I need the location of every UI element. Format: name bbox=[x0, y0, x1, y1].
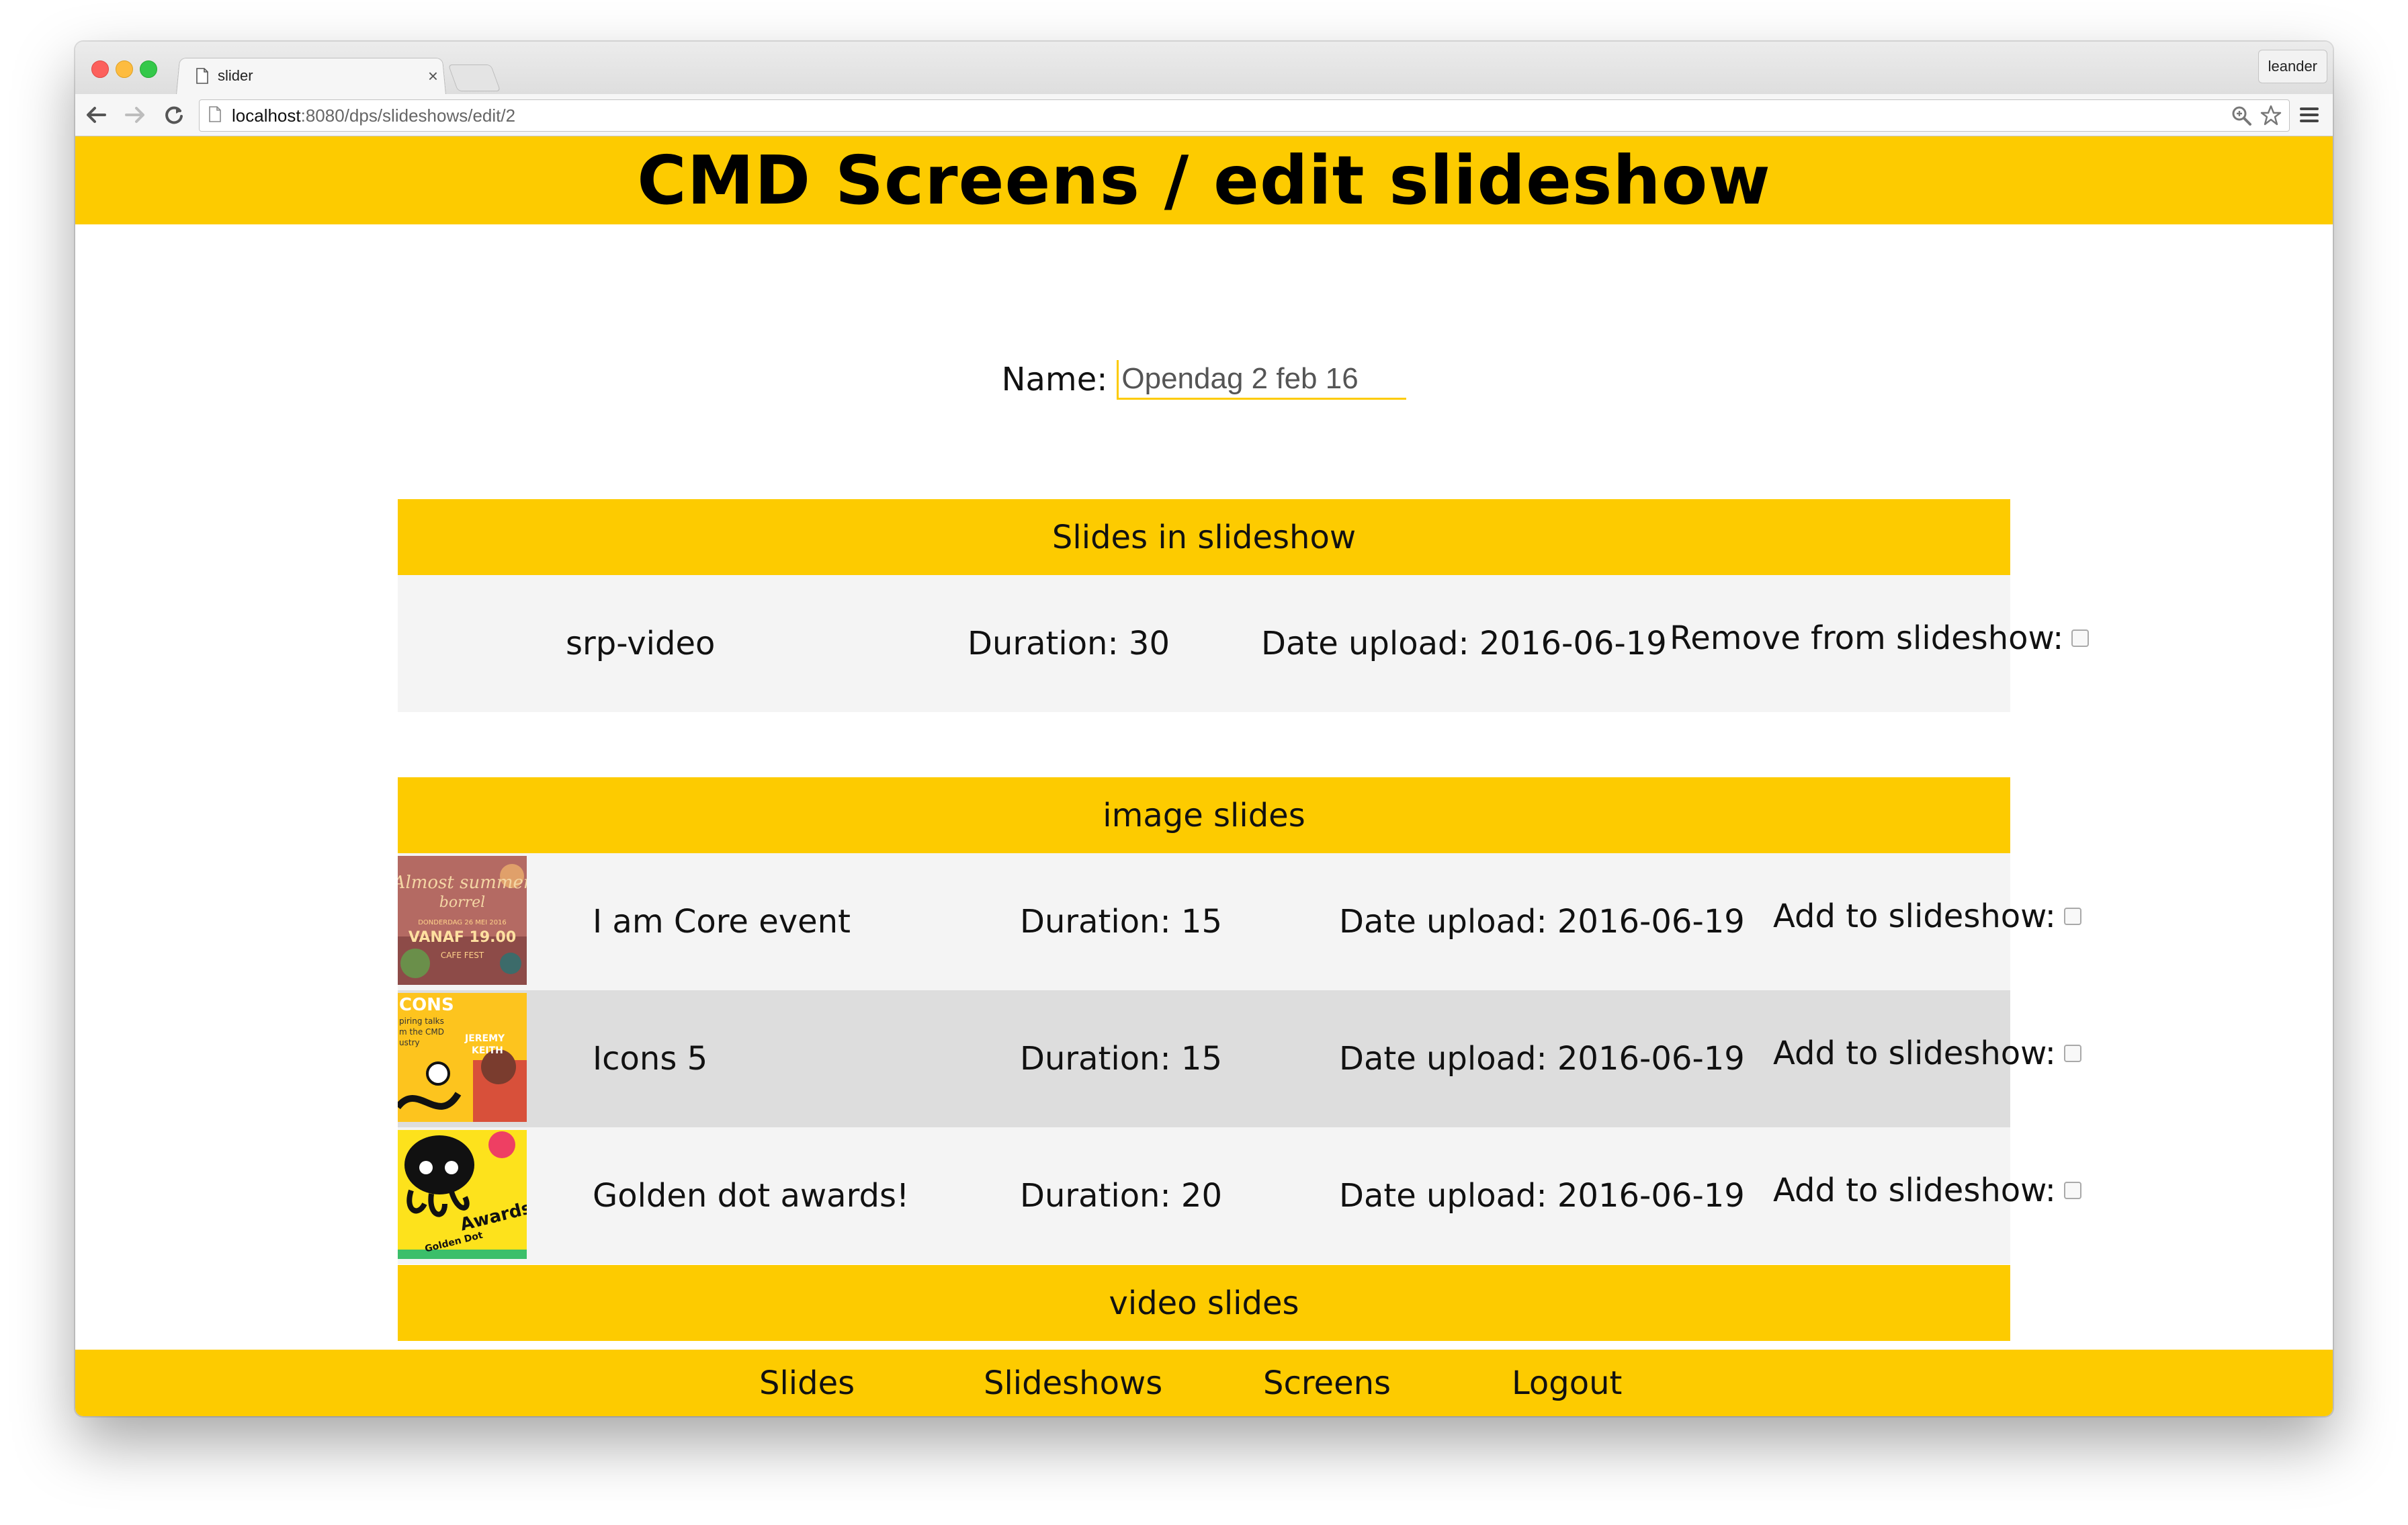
add-to-slideshow-label: Add to slideshow: bbox=[1773, 1172, 2056, 1209]
tab-close-icon[interactable]: × bbox=[428, 66, 438, 87]
thumb-text: DONDERDAG 26 MEI 2016 bbox=[418, 919, 507, 926]
close-window-button[interactable] bbox=[91, 60, 109, 78]
slide-thumbnail: CONS piring talks m the CMD ustry JEREMY… bbox=[398, 993, 527, 1122]
page-icon bbox=[196, 68, 208, 84]
add-to-slideshow-control: Add to slideshow: bbox=[1773, 848, 2081, 985]
page-header: CMD Screens / edit slideshow bbox=[75, 136, 2333, 224]
footer-nav: Slides Slideshows Screens Logout bbox=[75, 1350, 2333, 1416]
remove-from-slideshow-checkbox[interactable] bbox=[2071, 629, 2090, 647]
slide-date-upload: Date upload: 2016-06-19 bbox=[1339, 1177, 1745, 1215]
name-field-row: Name: bbox=[75, 353, 2333, 406]
add-to-slideshow-label: Add to slideshow: bbox=[1773, 1035, 2056, 1072]
image-slide-row: Golden Dot Awards Golden dot awards! Dur… bbox=[398, 1127, 2081, 1264]
nav-link-screens[interactable]: Screens bbox=[1263, 1350, 1391, 1416]
add-to-slideshow-checkbox[interactable] bbox=[2063, 908, 2081, 925]
thumb-text: KEITH bbox=[472, 1045, 503, 1056]
add-to-slideshow-checkbox[interactable] bbox=[2063, 1045, 2081, 1062]
address-bar-actions bbox=[2230, 104, 2282, 130]
image-slides-heading: image slides bbox=[398, 777, 2010, 853]
reload-icon[interactable] bbox=[163, 103, 185, 126]
remove-from-slideshow-control: Remove from slideshow: bbox=[1670, 570, 2090, 707]
slide-name: srp-video bbox=[566, 625, 716, 662]
thumb-text: borrel bbox=[439, 894, 485, 911]
nav-link-logout[interactable]: Logout bbox=[1512, 1350, 1622, 1416]
thumb-text: ustry bbox=[399, 1038, 420, 1047]
image-slide-row: Almost summer borrel DONDERDAG 26 MEI 20… bbox=[398, 853, 2081, 990]
remove-from-slideshow-label: Remove from slideshow: bbox=[1670, 619, 2064, 657]
tab-title: slider bbox=[218, 67, 253, 84]
slide-date-upload: Date upload: 2016-06-19 bbox=[1339, 1040, 1745, 1078]
zoom-icon[interactable] bbox=[2230, 104, 2253, 130]
slides-in-slideshow-heading: Slides in slideshow bbox=[398, 499, 2010, 575]
thumb-text: piring talks bbox=[399, 1016, 444, 1026]
minimize-window-button[interactable] bbox=[116, 60, 133, 78]
add-to-slideshow-label: Add to slideshow: bbox=[1773, 898, 2056, 935]
page-title: CMD Screens / edit slideshow bbox=[637, 141, 1771, 220]
url-text: localhost:8080/dps/slideshows/edit/2 bbox=[232, 105, 515, 126]
slide-duration: Duration: 15 bbox=[1020, 1040, 1222, 1078]
thumb-text: VANAF 19.00 bbox=[408, 929, 516, 946]
slide-name: Icons 5 bbox=[593, 1040, 708, 1078]
add-to-slideshow-control: Add to slideshow: bbox=[1773, 1122, 2081, 1259]
nav-link-slides[interactable]: Slides bbox=[759, 1350, 855, 1416]
address-bar[interactable]: localhost:8080/dps/slideshows/edit/2 bbox=[199, 99, 2290, 132]
thumb-text: CONS bbox=[399, 995, 454, 1015]
hamburger-menu-icon[interactable] bbox=[2299, 105, 2319, 125]
forward-arrow-icon[interactable] bbox=[124, 103, 146, 126]
image-slide-row: CONS piring talks m the CMD ustry JEREMY… bbox=[398, 990, 2081, 1127]
name-label: Name: bbox=[1001, 361, 1108, 398]
browser-toolbar: localhost:8080/dps/slideshows/edit/2 bbox=[75, 94, 2333, 136]
add-to-slideshow-checkbox[interactable] bbox=[2063, 1182, 2081, 1199]
page-content: CMD Screens / edit slideshow Name: Slide… bbox=[75, 136, 2333, 1416]
page-icon bbox=[209, 106, 221, 125]
slide-date-upload: Date upload: 2016-06-19 bbox=[1261, 625, 1667, 662]
thumb-text: JEREMY bbox=[464, 1033, 505, 1044]
add-to-slideshow-control: Add to slideshow: bbox=[1773, 985, 2081, 1122]
slide-duration: Duration: 20 bbox=[1020, 1177, 1222, 1215]
slide-thumbnail: Golden Dot Awards bbox=[398, 1130, 527, 1259]
back-arrow-icon[interactable] bbox=[85, 103, 108, 126]
zoom-window-button[interactable] bbox=[140, 60, 157, 78]
slide-thumbnail: Almost summer borrel DONDERDAG 26 MEI 20… bbox=[398, 856, 527, 985]
slide-duration: Duration: 30 bbox=[968, 625, 1170, 662]
thumb-text: CAFE FEST bbox=[441, 951, 484, 960]
bookmark-star-icon[interactable] bbox=[2260, 104, 2282, 130]
nav-link-slideshows[interactable]: Slideshows bbox=[984, 1350, 1162, 1416]
browser-window: slider × leander localhost:8080/dps/slid… bbox=[75, 42, 2333, 1416]
name-input[interactable] bbox=[1117, 359, 1407, 400]
video-slides-heading: video slides bbox=[398, 1265, 2010, 1341]
thumb-text: Almost summer bbox=[398, 873, 527, 893]
profile-button[interactable]: leander bbox=[2258, 50, 2327, 83]
thumb-text: m the CMD bbox=[399, 1027, 444, 1037]
slide-name: I am Core event bbox=[593, 903, 851, 941]
slide-date-upload: Date upload: 2016-06-19 bbox=[1339, 903, 1745, 941]
browser-tab-content: slider × bbox=[196, 59, 438, 93]
new-tab-button[interactable] bbox=[447, 64, 501, 91]
slideshow-slide-row: srp-video Duration: 30 Date upload: 2016… bbox=[398, 575, 2090, 712]
url-path: :8080/dps/slideshows/edit/2 bbox=[300, 105, 516, 126]
url-host: localhost bbox=[232, 105, 301, 126]
slide-duration: Duration: 15 bbox=[1020, 903, 1222, 941]
slide-name: Golden dot awards! bbox=[593, 1177, 910, 1215]
title-bar: slider × leander bbox=[75, 42, 2333, 95]
